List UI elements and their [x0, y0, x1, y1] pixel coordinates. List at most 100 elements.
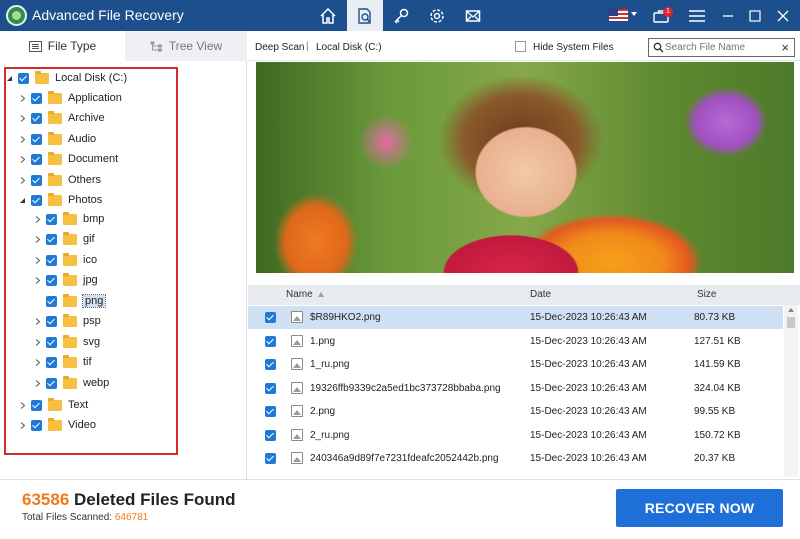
column-name[interactable]: Name — [286, 289, 324, 300]
checkbox[interactable] — [265, 453, 276, 464]
tree-node-tif[interactable]: tif — [33, 353, 92, 371]
tree-node-application[interactable]: Application — [18, 89, 122, 107]
checkbox[interactable] — [46, 356, 57, 368]
checkbox[interactable] — [46, 233, 57, 245]
search-input[interactable] — [665, 41, 775, 54]
checkbox[interactable] — [46, 336, 57, 348]
expand-icon[interactable] — [18, 420, 27, 430]
mail-tab[interactable] — [455, 0, 491, 31]
search-box[interactable]: × — [648, 38, 795, 57]
tree-node-svg[interactable]: svg — [33, 333, 100, 351]
tab-file-type[interactable]: File Type — [0, 31, 125, 61]
tree-node-label: Text — [68, 399, 89, 411]
tree-node-others[interactable]: Others — [18, 171, 101, 189]
checkbox[interactable] — [46, 213, 57, 225]
checkbox[interactable] — [46, 315, 57, 327]
scroll-up-icon[interactable] — [788, 308, 794, 312]
checkbox[interactable] — [265, 430, 276, 441]
expand-icon[interactable] — [18, 134, 27, 144]
maximize-button[interactable] — [742, 0, 768, 31]
checkbox[interactable] — [265, 383, 276, 394]
minimize-button[interactable] — [715, 0, 741, 31]
expand-icon[interactable] — [33, 316, 42, 326]
recover-now-button[interactable]: RECOVER NOW — [616, 489, 783, 527]
tree-node-archive[interactable]: Archive — [18, 109, 105, 127]
expand-icon[interactable] — [33, 255, 42, 265]
tab-tree-view[interactable]: Tree View — [125, 31, 247, 61]
tree-node-text[interactable]: Text — [18, 396, 88, 414]
breadcrumb-location[interactable]: Local Disk (C:) — [316, 42, 382, 53]
language-caret-icon[interactable] — [631, 12, 637, 16]
app-logo-icon — [6, 5, 27, 26]
checkbox[interactable] — [265, 359, 276, 370]
checkbox[interactable] — [31, 399, 42, 411]
expand-icon[interactable] — [33, 357, 42, 367]
breadcrumb-scan-type[interactable]: Deep Scan — [255, 42, 304, 53]
file-size: 141.59 KB — [694, 359, 741, 370]
tab-file-type-label: File Type — [47, 39, 97, 53]
file-list-scrollbar[interactable] — [784, 305, 798, 477]
checkbox[interactable] — [31, 194, 42, 206]
hide-system-files-label[interactable]: Hide System Files — [533, 42, 614, 53]
checkbox[interactable] — [265, 406, 276, 417]
checkbox[interactable] — [31, 92, 42, 104]
checkbox[interactable] — [46, 377, 57, 389]
tree-node-ico[interactable]: ico — [33, 251, 97, 269]
checkbox[interactable] — [31, 153, 42, 165]
checkbox[interactable] — [46, 295, 57, 307]
expand-icon[interactable] — [18, 154, 27, 164]
language-flag-icon[interactable] — [609, 9, 628, 21]
clear-search-icon[interactable]: × — [781, 40, 789, 55]
expand-icon[interactable] — [33, 214, 42, 224]
column-date[interactable]: Date — [530, 289, 551, 300]
checkbox[interactable] — [31, 112, 42, 124]
tree-node-psp[interactable]: psp — [33, 312, 101, 330]
file-row[interactable]: 2.png 15-Dec-2023 10:26:43 AM 99.55 KB — [248, 400, 783, 423]
checkbox[interactable] — [31, 419, 42, 431]
expand-icon[interactable] — [33, 234, 42, 244]
file-row[interactable]: 240346a9d89f7e7231fdeafc2052442b.png 15-… — [248, 447, 783, 470]
checkbox[interactable] — [265, 312, 276, 323]
file-row[interactable]: 1_ru.png 15-Dec-2023 10:26:43 AM 141.59 … — [248, 353, 783, 376]
expand-icon[interactable] — [33, 275, 42, 285]
tree-node-video[interactable]: Video — [18, 416, 96, 434]
files-scanned-label: Total Files Scanned: — [22, 512, 113, 523]
license-tab[interactable] — [383, 0, 419, 31]
close-button[interactable] — [770, 0, 796, 31]
tree-node-photos[interactable]: Photos — [18, 191, 102, 209]
checkbox[interactable] — [31, 133, 42, 145]
expand-icon[interactable] — [18, 400, 27, 410]
tree-node-audio[interactable]: Audio — [18, 130, 96, 148]
hide-system-files-checkbox[interactable] — [515, 41, 526, 52]
tree-node-gif[interactable]: gif — [33, 230, 95, 248]
file-row[interactable]: 1.png 15-Dec-2023 10:26:43 AM 127.51 KB — [248, 330, 783, 353]
expand-icon[interactable] — [18, 93, 27, 103]
tree-node-webp[interactable]: webp — [33, 374, 109, 392]
image-file-icon — [291, 358, 303, 370]
column-size[interactable]: Size — [697, 289, 716, 300]
checkbox[interactable] — [18, 72, 29, 84]
collapse-icon[interactable] — [18, 195, 27, 205]
expand-icon[interactable] — [18, 113, 27, 123]
file-row[interactable]: 2_ru.png 15-Dec-2023 10:26:43 AM 150.72 … — [248, 424, 783, 447]
expand-icon[interactable] — [18, 175, 27, 185]
tree-node-jpg[interactable]: jpg — [33, 271, 98, 289]
checkbox[interactable] — [31, 174, 42, 186]
checkbox[interactable] — [265, 336, 276, 347]
expand-icon[interactable] — [33, 337, 42, 347]
tree-node-bmp[interactable]: bmp — [33, 210, 104, 228]
scroll-thumb[interactable] — [787, 317, 795, 328]
checkbox[interactable] — [46, 274, 57, 286]
tree-node-local-disk[interactable]: Local Disk (C:) — [5, 69, 127, 87]
file-row[interactable]: 19326ffb9339c2a5ed1bc373728bbaba.png 15-… — [248, 377, 783, 400]
file-row[interactable]: $R89HKO2.png 15-Dec-2023 10:26:43 AM 80.… — [248, 306, 783, 329]
menu-button[interactable] — [684, 0, 710, 31]
tree-node-png[interactable]: png — [46, 292, 107, 310]
settings-tab[interactable] — [419, 0, 455, 31]
collapse-icon[interactable] — [5, 73, 14, 83]
expand-icon[interactable] — [33, 378, 42, 388]
checkbox[interactable] — [46, 254, 57, 266]
home-tab[interactable] — [310, 0, 346, 31]
tree-node-document[interactable]: Document — [18, 150, 118, 168]
scan-tab[interactable] — [347, 0, 383, 31]
